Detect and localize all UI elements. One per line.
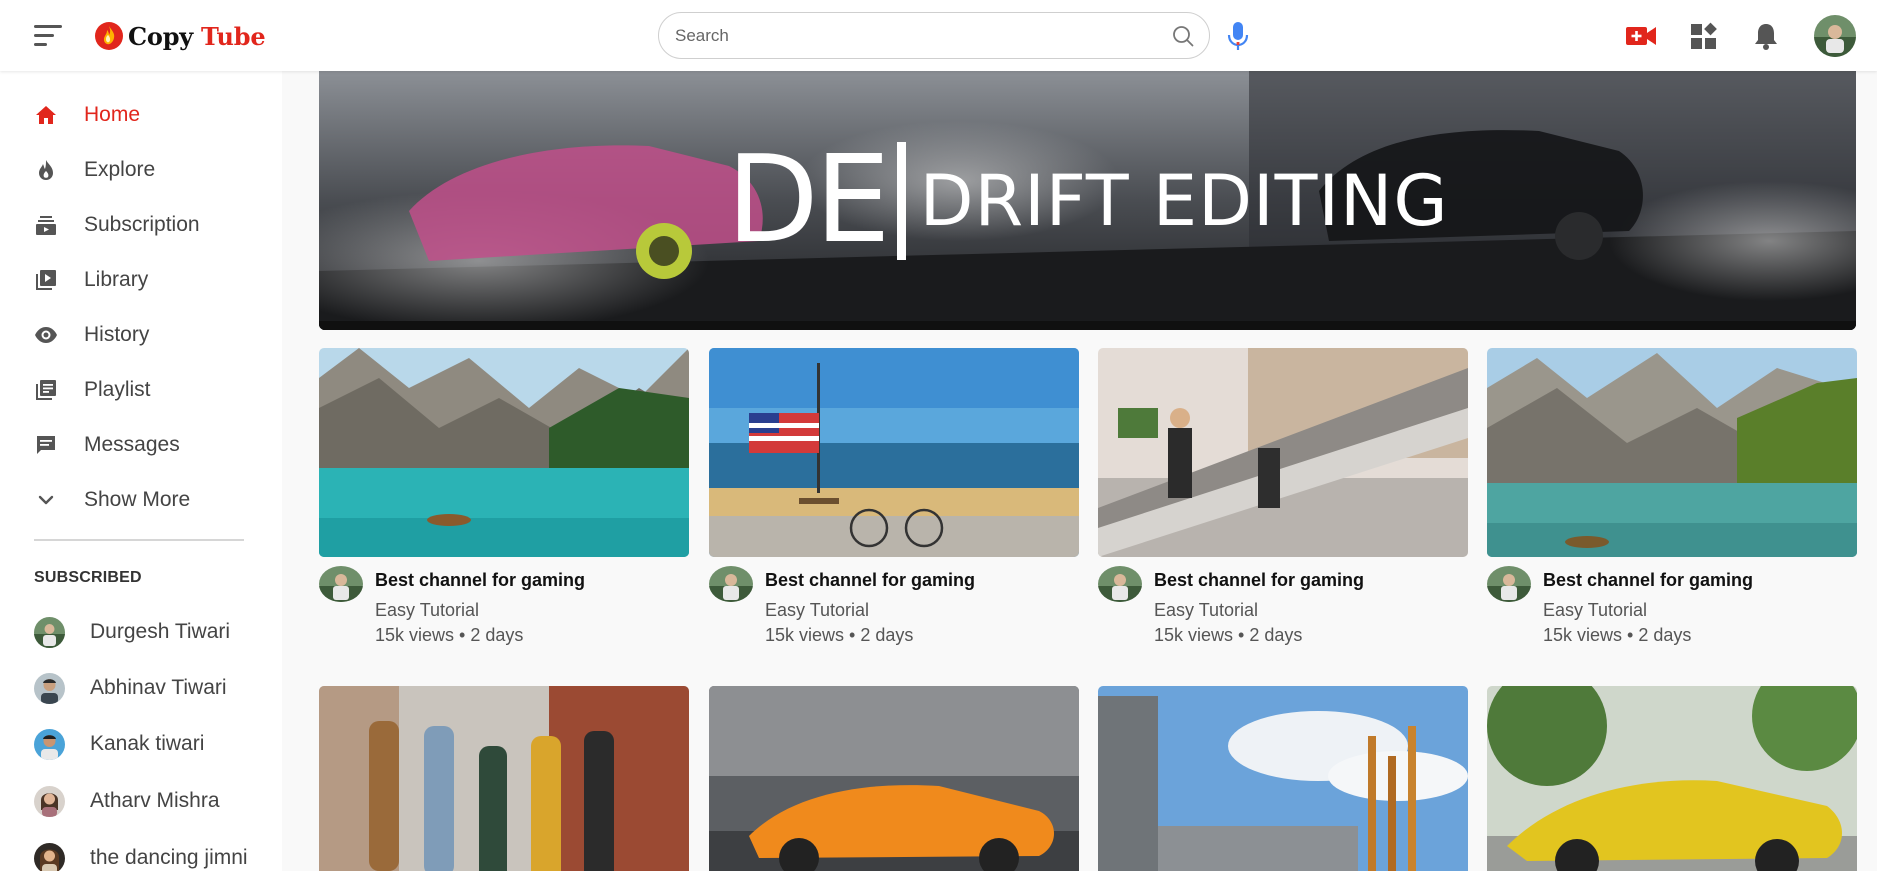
library-icon	[36, 270, 56, 290]
subscription-name: the dancing jimni	[90, 846, 248, 869]
video-title[interactable]: Best channel for gaming	[1543, 570, 1753, 591]
subscription-item[interactable]: Durgesh Tiwari	[0, 609, 282, 655]
channel-avatar	[34, 672, 65, 704]
search-icon[interactable]	[1171, 24, 1195, 48]
video-thumbnail[interactable]	[319, 348, 689, 557]
video-card: Best channel for gaming Easy Tutorial 15…	[1098, 348, 1468, 648]
video-meta: 15k views • 2 days	[1543, 625, 1692, 645]
subscription-item[interactable]: Kanak tiwari	[0, 721, 282, 767]
apps-icon[interactable]	[1688, 21, 1720, 51]
subscription-name: Kanak tiwari	[90, 732, 205, 755]
video-card	[709, 686, 1079, 871]
video-channel[interactable]: Easy Tutorial	[375, 600, 479, 621]
channel-avatar	[34, 616, 65, 648]
video-card	[319, 686, 689, 871]
video-title[interactable]: Best channel for gaming	[765, 570, 975, 591]
sidebar-item-home[interactable]: Home	[0, 93, 282, 137]
channel-avatar	[34, 728, 65, 760]
sidebar-item-playlist[interactable]: Playlist	[0, 368, 282, 412]
channel-avatar[interactable]	[1098, 566, 1142, 602]
create-video-icon[interactable]	[1625, 21, 1657, 51]
video-title[interactable]: Best channel for gaming	[375, 570, 585, 591]
sidebar-item-label: History	[84, 323, 150, 346]
video-thumbnail[interactable]	[709, 348, 1079, 557]
sidebar-item-label: Home	[84, 103, 141, 126]
banner-title: DE DRIFT EDITING	[319, 71, 1856, 330]
video-thumbnail[interactable]	[319, 686, 689, 871]
video-card: Best channel for gaming Easy Tutorial 15…	[709, 348, 1079, 648]
logo-text: Copy Tube	[128, 21, 266, 51]
logo-word-tube: Tube	[201, 21, 266, 51]
search-bar	[658, 12, 1210, 59]
sidebar-item-label: Explore	[84, 158, 156, 181]
subscriptions-icon	[36, 216, 56, 235]
video-thumbnail[interactable]	[1098, 686, 1468, 871]
hamburger-menu-icon[interactable]	[34, 24, 62, 46]
video-channel[interactable]: Easy Tutorial	[1543, 600, 1647, 621]
subscription-item[interactable]: Abhinav Tiwari	[0, 665, 282, 711]
home-icon	[36, 106, 56, 124]
sidebar-item-label: Show More	[84, 488, 191, 511]
channel-avatar	[34, 842, 65, 871]
subscription-name: Atharv Mishra	[90, 789, 220, 812]
subscription-item[interactable]: the dancing jimni	[0, 835, 282, 871]
video-card: Best channel for gaming Easy Tutorial 15…	[1487, 348, 1857, 648]
sidebar-item-label: Playlist	[84, 378, 151, 401]
video-card	[1098, 686, 1468, 871]
banner-separator	[896, 141, 906, 260]
channel-avatar[interactable]	[1487, 566, 1531, 602]
eye-icon	[35, 327, 57, 343]
sidebar-item-label: Subscription	[84, 213, 200, 236]
channel-avatar[interactable]	[709, 566, 753, 602]
sidebar-item-history[interactable]: History	[0, 313, 282, 357]
sidebar-item-label: Messages	[84, 433, 180, 456]
video-card	[1487, 686, 1857, 871]
playlist-icon	[36, 380, 56, 400]
bell-icon[interactable]	[1750, 21, 1782, 51]
subscription-name: Abhinav Tiwari	[90, 676, 227, 699]
channel-avatar[interactable]	[319, 566, 363, 602]
video-thumbnail[interactable]	[1487, 348, 1857, 557]
video-thumbnail[interactable]	[1098, 348, 1468, 557]
sidebar: Home Explore Subscription Library Histor…	[0, 71, 282, 871]
subscription-item[interactable]: Atharv Mishra	[0, 778, 282, 824]
video-title[interactable]: Best channel for gaming	[1154, 570, 1364, 591]
video-channel[interactable]: Easy Tutorial	[1154, 600, 1258, 621]
sidebar-item-subscription[interactable]: Subscription	[0, 203, 282, 247]
subscribed-heading: SUBSCRIBED	[34, 569, 142, 586]
logo-word-copy: Copy	[128, 21, 194, 51]
search-input[interactable]	[675, 25, 1171, 46]
logo[interactable]: Copy Tube	[94, 20, 266, 52]
video-thumbnail[interactable]	[709, 686, 1079, 871]
video-channel[interactable]: Easy Tutorial	[765, 600, 869, 621]
microphone-icon[interactable]	[1226, 20, 1250, 52]
top-header: Copy Tube	[0, 0, 1877, 71]
video-thumbnail[interactable]	[1487, 686, 1857, 871]
channel-banner[interactable]: DE DRIFT EDITING	[319, 71, 1856, 330]
sidebar-item-library[interactable]: Library	[0, 258, 282, 302]
logo-flame-icon	[95, 22, 123, 50]
subscription-name: Durgesh Tiwari	[90, 620, 231, 643]
banner-subtitle: DRIFT EDITING	[919, 159, 1449, 242]
video-meta: 15k views • 2 days	[1154, 625, 1303, 645]
video-meta: 15k views • 2 days	[375, 625, 524, 645]
sidebar-item-messages[interactable]: Messages	[0, 423, 282, 467]
video-card: Best channel for gaming Easy Tutorial 15…	[319, 348, 689, 648]
sidebar-item-explore[interactable]: Explore	[0, 148, 282, 192]
video-meta: 15k views • 2 days	[765, 625, 914, 645]
channel-avatar	[34, 785, 65, 817]
sidebar-item-label: Library	[84, 268, 149, 291]
flame-icon	[39, 160, 53, 180]
user-avatar[interactable]	[1814, 15, 1856, 57]
chevron-down-icon	[38, 495, 54, 505]
sidebar-divider	[34, 539, 244, 541]
chat-icon	[37, 436, 55, 454]
sidebar-item-show-more[interactable]: Show More	[0, 478, 282, 522]
banner-logo-letters: DE	[726, 131, 890, 270]
